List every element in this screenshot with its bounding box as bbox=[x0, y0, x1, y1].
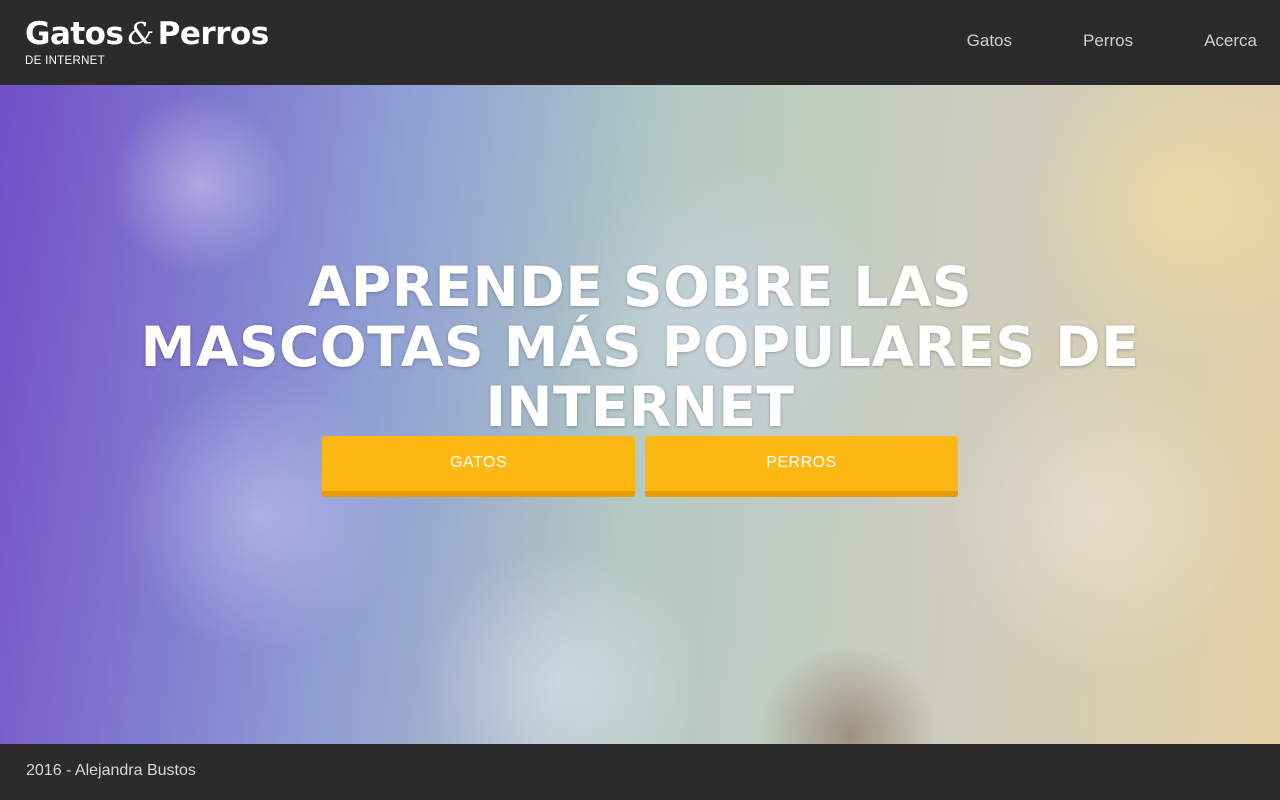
main-nav: Gatos Perros Acerca bbox=[896, 30, 1257, 52]
logo-subtitle: DE INTERNET bbox=[25, 55, 105, 67]
logo-word-gatos: Gatos bbox=[25, 16, 124, 52]
logo-title: Gatos & Perros bbox=[25, 16, 269, 53]
site-logo[interactable]: Gatos & Perros DE INTERNET bbox=[25, 16, 269, 67]
perros-button[interactable]: PERROS bbox=[645, 436, 958, 497]
nav-link-gatos[interactable]: Gatos bbox=[967, 30, 1012, 52]
site-footer: 2016 - Alejandra Bustos bbox=[0, 744, 1280, 800]
logo-ampersand: & bbox=[127, 17, 154, 52]
footer-credit: 2016 - Alejandra Bustos bbox=[26, 762, 196, 779]
gatos-button[interactable]: GATOS bbox=[322, 436, 635, 497]
nav-link-perros[interactable]: Perros bbox=[1083, 30, 1133, 52]
hero-title: APRENDE SOBRE LAS MASCOTAS MÁS POPULARES… bbox=[140, 255, 1140, 439]
logo-word-perros: Perros bbox=[157, 16, 270, 52]
site-header: Gatos & Perros DE INTERNET Gatos Perros Ac… bbox=[0, 0, 1280, 85]
nav-link-acerca[interactable]: Acerca bbox=[1204, 30, 1257, 52]
hero-section: APRENDE SOBRE LAS MASCOTAS MÁS POPULARES… bbox=[0, 85, 1280, 744]
